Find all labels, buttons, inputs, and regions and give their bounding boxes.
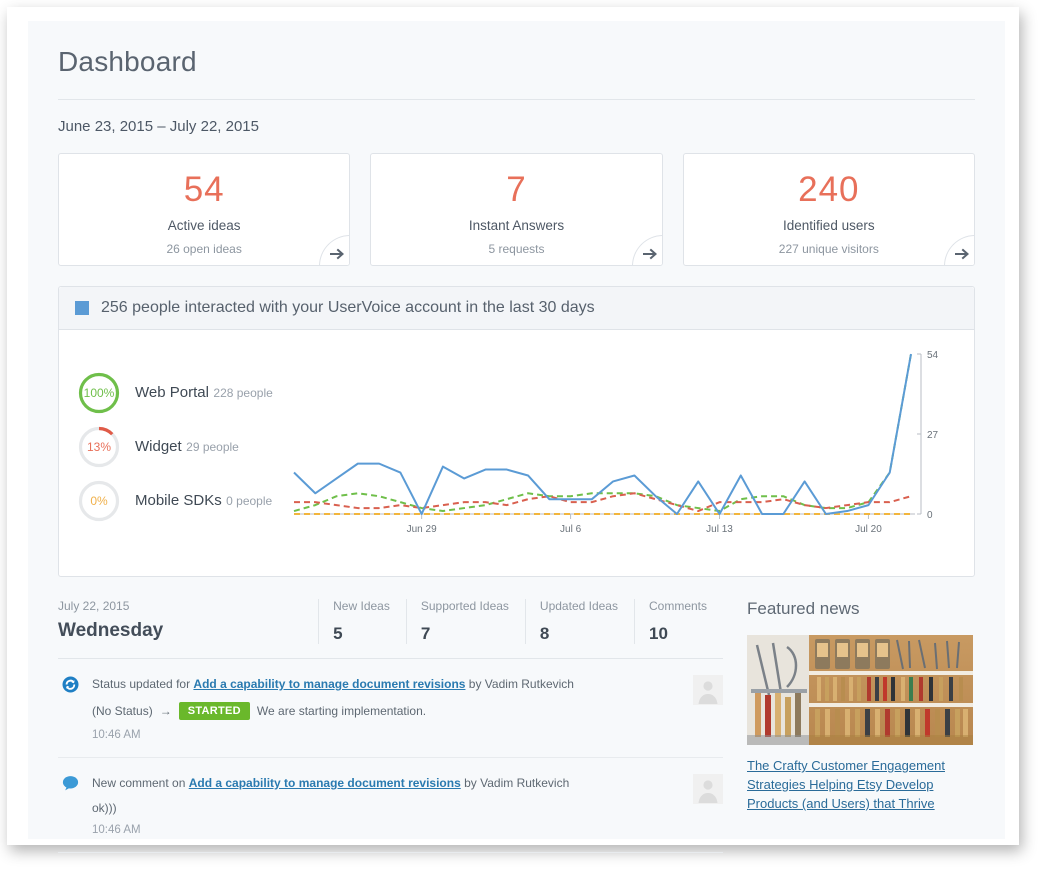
channel-legend: 100% Web Portal 228 people 13% Widget 29…: [59, 344, 286, 568]
comment-icon: [62, 774, 92, 797]
feed-item-status-update: Status updated for Add a capability to m…: [58, 659, 723, 758]
avatar: [693, 774, 723, 804]
chart-header: 256 people interacted with your UserVoic…: [59, 287, 974, 330]
feed-idea-link[interactable]: Add a capability to manage document revi…: [193, 677, 465, 691]
metric-label: Supported Ideas: [420, 599, 509, 613]
stat-label: Instant Answers: [468, 218, 565, 233]
metric-label: Updated Ideas: [539, 599, 618, 613]
metric-value: 10: [648, 624, 668, 643]
date-range: June 23, 2015 – July 22, 2015: [58, 118, 259, 135]
metric-updated-ideas: Updated Ideas 8: [524, 599, 634, 644]
channel-row-mobile-sdks[interactable]: 0% Mobile SDKs 0 people: [77, 474, 286, 528]
feed-from-status: (No Status): [92, 704, 153, 718]
channel-count: 228 people: [213, 386, 273, 400]
stat-sub: 26 open ideas: [166, 242, 242, 256]
day-name: Wednesday: [58, 620, 164, 641]
feed-suffix: by Vadim Rutkevich: [465, 677, 574, 691]
feed-comment-row: ok))): [92, 793, 683, 815]
channel-row-web-portal[interactable]: 100% Web Portal 228 people: [77, 366, 286, 420]
donut-widget: 13%: [77, 425, 121, 469]
line-chart-svg: 0 27 54 Jun 29 Jul 6 Jul 13 Jul 20: [293, 350, 939, 535]
feed-item-new-comment: New comment on Add a capability to manag…: [58, 758, 723, 853]
channel-count: 0 people: [226, 494, 273, 508]
svg-text:0: 0: [927, 510, 933, 521]
metric-supported-ideas: Supported Ideas 7: [405, 599, 525, 644]
channel-count: 29 people: [186, 440, 239, 454]
status-badge: STARTED: [178, 702, 250, 720]
metric-label: Comments: [648, 599, 707, 613]
feed-headline: Status updated for Add a capability to m…: [92, 675, 683, 694]
channel-meta: Widget 29 people: [121, 438, 239, 456]
stat-value: 54: [183, 170, 225, 209]
lower-region: July 22, 2015 Wednesday New Ideas 5 Supp…: [28, 577, 1005, 853]
interaction-chart-panel: 256 people interacted with your UserVoic…: [58, 286, 975, 577]
legend-swatch-icon: [75, 301, 89, 315]
chart-body: 100% Web Portal 228 people 13% Widget 29…: [59, 330, 974, 576]
channel-name: Mobile SDKs: [135, 492, 222, 509]
day-date: July 22, 2015: [58, 599, 130, 613]
app-window: Dashboard June 23, 2015 – July 22, 2015 …: [7, 7, 1019, 853]
metric-value: 7: [420, 624, 431, 643]
avatar: [693, 675, 723, 705]
metric-label: New Ideas: [333, 599, 390, 613]
featured-news-link[interactable]: The Crafty Customer Engagement Strategie…: [747, 745, 975, 813]
metric-value: 5: [333, 624, 343, 643]
channel-meta: Web Portal 228 people: [121, 384, 273, 402]
feed-prefix: New comment on: [92, 776, 189, 790]
channel-name: Widget: [135, 438, 182, 455]
featured-news-image: [747, 635, 973, 745]
svg-text:Jul 6: Jul 6: [560, 524, 582, 535]
feed-timestamp: 10:46 AM: [92, 729, 141, 741]
donut-web-portal: 100%: [77, 371, 121, 415]
channel-meta: Mobile SDKs 0 people: [121, 492, 272, 510]
metric-value: 8: [539, 624, 550, 643]
feed-note: ok))): [92, 801, 117, 815]
arrow-right-glyph-icon: →: [159, 704, 172, 718]
stat-label: Active ideas: [167, 218, 241, 233]
feed-timestamp: 10:46 AM: [92, 824, 141, 836]
donut-mobile-sdks: 0%: [77, 479, 121, 523]
donut-percent: 100%: [83, 386, 115, 400]
feed-idea-link[interactable]: Add a capability to manage document revi…: [189, 776, 461, 790]
featured-news-title: Featured news: [747, 599, 860, 618]
svg-text:Jul 13: Jul 13: [706, 524, 733, 535]
svg-text:54: 54: [927, 350, 939, 361]
chart-headline: 256 people interacted with your UserVoic…: [101, 299, 595, 316]
activity-column: July 22, 2015 Wednesday New Ideas 5 Supp…: [58, 599, 723, 853]
channel-row-widget[interactable]: 13% Widget 29 people: [77, 420, 286, 474]
feed-headline: New comment on Add a capability to manag…: [92, 774, 683, 793]
feed-status-row: (No Status) → STARTED We are starting im…: [92, 694, 683, 720]
svg-text:Jul 20: Jul 20: [855, 524, 882, 535]
svg-text:Jun 29: Jun 29: [407, 524, 437, 535]
stat-sub: 227 unique visitors: [778, 242, 879, 256]
feed-note: We are starting implementation.: [256, 704, 427, 718]
stat-label: Identified users: [783, 218, 875, 233]
channel-name: Web Portal: [135, 384, 209, 401]
feed-suffix: by Vadim Rutkevich: [460, 776, 570, 790]
stat-value: 7: [506, 170, 527, 209]
feed-content: New comment on Add a capability to manag…: [92, 774, 683, 836]
page-title: Dashboard: [58, 46, 197, 77]
svg-text:27: 27: [927, 430, 939, 441]
day-summary-date-block: July 22, 2015 Wednesday: [58, 599, 318, 644]
featured-news-column: Featured news The Crafty Customer Engage…: [747, 599, 975, 853]
stat-cards-row: 54 Active ideas 26 open ideas 7 Instant …: [28, 135, 1005, 266]
line-chart: 0 27 54 Jun 29 Jul 6 Jul 13 Jul 20: [286, 344, 974, 568]
dashboard-page: Dashboard June 23, 2015 – July 22, 2015 …: [28, 21, 1005, 853]
stat-sub: 5 requests: [488, 242, 545, 256]
metric-comments: Comments 10: [633, 599, 723, 644]
refresh-icon: [62, 675, 92, 698]
stat-card-identified-users[interactable]: 240 Identified users 227 unique visitors: [682, 153, 975, 266]
day-summary-bar: July 22, 2015 Wednesday New Ideas 5 Supp…: [58, 599, 723, 659]
metric-new-ideas: New Ideas 5: [318, 599, 406, 644]
donut-percent: 13%: [86, 440, 112, 454]
feed-prefix: Status updated for: [92, 677, 194, 691]
feed-content: Status updated for Add a capability to m…: [92, 675, 683, 741]
stat-value: 240: [798, 170, 860, 209]
page-header: Dashboard June 23, 2015 – July 22, 2015: [28, 21, 1005, 135]
stat-card-active-ideas[interactable]: 54 Active ideas 26 open ideas: [58, 153, 351, 266]
donut-percent: 0%: [90, 494, 108, 508]
stat-card-instant-answers[interactable]: 7 Instant Answers 5 requests: [370, 153, 663, 266]
